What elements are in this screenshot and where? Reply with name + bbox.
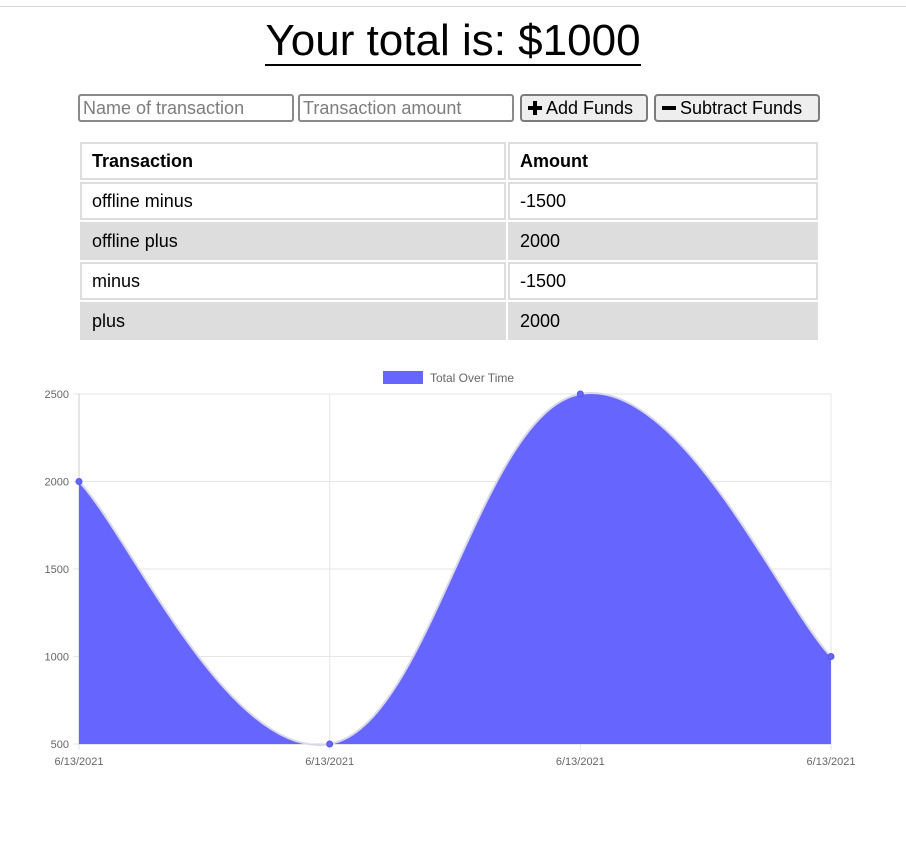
y-tick-label: 1500 — [45, 564, 69, 576]
y-tick-label: 500 — [51, 739, 69, 751]
transaction-amount-input[interactable] — [298, 94, 514, 122]
transaction-name-cell: plus — [80, 302, 506, 340]
transaction-amount-cell: 2000 — [508, 302, 818, 340]
data-point — [75, 478, 83, 485]
table-row: offline plus 2000 — [80, 222, 818, 260]
transaction-amount-cell: 2000 — [508, 222, 818, 260]
table-row: offline minus -1500 — [80, 182, 818, 220]
plus-icon — [528, 101, 542, 115]
x-tick-label: 6/13/2021 — [556, 756, 605, 768]
transaction-name-cell: offline plus — [80, 222, 506, 260]
top-divider — [0, 6, 906, 7]
x-tick-label: 6/13/2021 — [305, 756, 354, 768]
page-title: Your total is: $1000 — [0, 16, 906, 66]
y-tick-label: 2500 — [45, 389, 69, 401]
subtract-funds-button[interactable]: Subtract Funds — [654, 94, 820, 122]
legend-swatch — [383, 371, 423, 384]
add-funds-button[interactable]: Add Funds — [520, 94, 648, 122]
transaction-name-cell: offline minus — [80, 182, 506, 220]
transaction-amount-cell: -1500 — [508, 182, 818, 220]
transaction-amount-cell: -1500 — [508, 262, 818, 300]
minus-icon — [662, 101, 676, 115]
data-point — [326, 740, 334, 748]
legend-label: Total Over Time — [430, 371, 514, 385]
y-tick-label: 1000 — [45, 652, 69, 664]
table-row: minus -1500 — [80, 262, 818, 300]
header-amount: Amount — [508, 142, 818, 180]
total-over-time-chart: 500 1000 1500 2000 2500 6/13/2021 6/13/2021 6/1… — [45, 371, 856, 768]
chart-legend[interactable]: Total Over Time — [383, 371, 514, 385]
add-funds-label: Add Funds — [546, 97, 634, 118]
table-header-row: Transaction Amount — [80, 142, 818, 180]
total-heading: Your total is: $1000 — [265, 16, 641, 66]
header-transaction: Transaction — [80, 142, 506, 180]
subtract-funds-label: Subtract Funds — [680, 97, 803, 118]
x-tick-label: 6/13/2021 — [807, 756, 856, 768]
x-tick-label: 6/13/2021 — [55, 756, 104, 768]
data-point — [827, 653, 835, 660]
transaction-name-input[interactable] — [78, 94, 294, 122]
table-row: plus 2000 — [80, 302, 818, 340]
y-tick-label: 2000 — [45, 477, 69, 489]
data-point — [576, 390, 584, 398]
transaction-name-cell: minus — [80, 262, 506, 300]
transactions-table: Transaction Amount offline minus -1500 o… — [78, 140, 820, 342]
